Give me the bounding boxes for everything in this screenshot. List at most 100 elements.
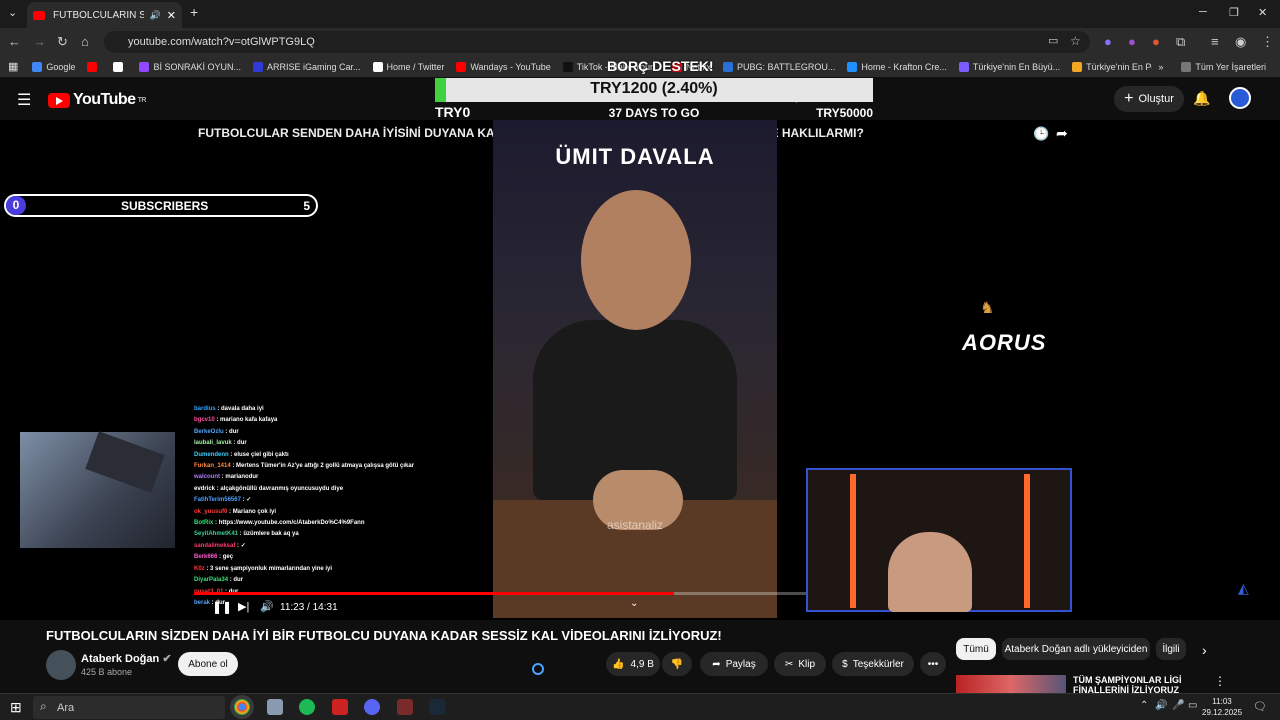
media-icon[interactable]: ≡ [1211, 34, 1219, 49]
tray-network-icon[interactable]: ▭ [1188, 700, 1197, 711]
chevron-down-icon[interactable]: ⌄ [630, 598, 638, 609]
bookmark-item[interactable]: Bİ SONRAKİ OYUN... [139, 61, 241, 72]
tray-mic-icon[interactable]: 🎤 [1172, 700, 1184, 711]
bookmark-favicon-icon [87, 61, 98, 72]
chip-all[interactable]: Tümü [956, 638, 996, 660]
forward-icon[interactable]: → [33, 34, 46, 49]
bookmark-item[interactable]: ARRISE iGaming Car... [252, 61, 361, 72]
profile-avatar[interactable]: ◉ [1235, 34, 1246, 50]
all-bookmarks[interactable]: Tüm Yer İşaretleri [1181, 61, 1266, 72]
dislike-button[interactable]: 👎 [662, 652, 692, 676]
next-video-thumbnail[interactable] [956, 675, 1066, 693]
home-icon[interactable]: ⌂ [81, 34, 89, 49]
close-window-icon[interactable]: ✕ [1258, 6, 1267, 19]
youtube-logo[interactable]: YouTube TR [48, 91, 146, 109]
apps-grid-icon[interactable]: ▦ [8, 60, 18, 73]
browser-tab-strip: ⌄ FUTBOLCULARIN SİZDEN D 🔊 ✕ + ─ ❐ ✕ [0, 0, 1280, 28]
more-bookmarks-icon[interactable]: » [1158, 62, 1163, 72]
video-player[interactable]: FUTBOLCULAR SENDEN DAHA İYİSİNİ DUYANA K… [0, 58, 1280, 620]
share-button[interactable]: ➦ Paylaş [700, 652, 768, 676]
subscribe-button[interactable]: Abone ol [178, 652, 238, 676]
chips-next-icon[interactable]: › [1202, 642, 1207, 658]
stream-chat-overlay: bardius : davala daha iyi bgcv10 : marian… [194, 404, 494, 609]
bookmark-item[interactable]: Home - Krafton Cre... [847, 61, 947, 72]
more-actions-button[interactable]: ••• [920, 652, 946, 676]
chat-message: bardius : davala daha iyi [194, 404, 494, 415]
chat-user: BotRix [194, 520, 214, 527]
verified-icon: ✔ [162, 653, 172, 665]
minimize-icon[interactable]: ─ [1199, 6, 1207, 18]
volume-icon[interactable]: 🔊 [260, 600, 274, 613]
explorer-taskbar-icon[interactable] [267, 699, 283, 715]
channel-name[interactable]: Ataberk Doğan ✔ [81, 652, 172, 665]
bookmark-favicon-icon [113, 61, 124, 72]
chat-text: Mariano çok iyi [232, 508, 277, 515]
logo-region: TR [137, 96, 147, 104]
bookmark-item[interactable]: Türkiye'nin En Popül... [1072, 61, 1152, 72]
obs-taskbar-icon[interactable] [332, 699, 348, 715]
game-taskbar-icon[interactable] [397, 699, 413, 715]
next-icon[interactable]: ▶| [238, 600, 249, 613]
address-bar[interactable]: youtube.com/watch?v=otGlWPTG9LQ [104, 31, 1090, 53]
bookmark-item[interactable] [87, 61, 101, 72]
browser-tab-active[interactable]: FUTBOLCULARIN SİZDEN D 🔊 ✕ [27, 2, 182, 28]
tab-search-icon[interactable]: ⌄ [8, 6, 17, 19]
chat-text: 3 sene şampiyonluk mimarlarından yine iy… [210, 565, 333, 572]
bookmark-item[interactable]: Home / Twitter [372, 61, 444, 72]
bookmark-label: Bİ SONRAKİ OYUN... [153, 61, 241, 72]
tab-audio-icon[interactable]: 🔊 [150, 10, 161, 21]
bookmark-item[interactable]: Wandays - YouTube [456, 61, 551, 72]
bookmark-star-icon[interactable]: ☆ [1070, 34, 1081, 48]
hamburger-menu-icon[interactable]: ☰ [17, 90, 31, 110]
bookmark-item[interactable]: Türkiye'nin En Büyü... [958, 61, 1060, 72]
chip-uploader[interactable]: Ataberk Doğan adlı yükleyiciden [1002, 638, 1150, 660]
bookmark-label: PUBG: BATTLEGROU... [736, 61, 836, 72]
new-tab-icon[interactable]: + [190, 4, 198, 20]
scissors-icon: ✂ [784, 658, 794, 670]
tray-chevron-icon[interactable]: ⌃ [1140, 700, 1148, 711]
chat-user: FatihTerim56567 [194, 497, 241, 504]
thanks-button[interactable]: $ Teşekkürler [832, 652, 914, 676]
extension-icon[interactable]: ● [1104, 34, 1112, 49]
bookmark-item[interactable] [113, 61, 127, 72]
goal-value: TRY1200 (2.40%) [590, 80, 718, 97]
watch-later-icon[interactable]: 🕒 [1033, 126, 1049, 142]
browser-menu-icon[interactable]: ⋮ [1261, 34, 1274, 50]
discord-taskbar-icon[interactable] [364, 699, 380, 715]
extension-icon-2[interactable]: ● [1128, 34, 1136, 49]
taskbar-search[interactable]: ⌕ Ara [33, 696, 225, 719]
tab-close-icon[interactable]: ✕ [167, 9, 176, 22]
next-video-title[interactable]: TÜM ŞAMPİYONLAR LİGİ FİNALLERİNİ İZLİYOR… [1073, 675, 1193, 693]
back-icon[interactable]: ← [8, 34, 21, 49]
bookmark-label: Türkiye'nin En Popül... [1086, 61, 1152, 72]
windows-start-icon[interactable]: ⊞ [10, 699, 22, 716]
chrome-taskbar-icon[interactable] [234, 699, 250, 715]
progress-bar[interactable] [194, 592, 806, 595]
restore-icon[interactable]: ❐ [1229, 6, 1239, 19]
clip-button[interactable]: ✂ Klip [774, 652, 826, 676]
spotify-taskbar-icon[interactable] [299, 699, 315, 715]
channel-avatar[interactable] [46, 650, 76, 680]
chat-message: laubali_lavuk : dur [194, 438, 494, 449]
extensions-puzzle-icon[interactable]: ⧉ [1176, 34, 1185, 50]
pause-icon[interactable]: ❚❚ [212, 600, 232, 614]
reload-icon[interactable]: ↻ [57, 34, 68, 50]
share-label: Paylaş [725, 658, 756, 670]
notifications-bell-icon[interactable]: 🔔 [1193, 90, 1210, 107]
bookmark-item[interactable]: Google [32, 61, 75, 72]
next-video-menu-icon[interactable]: ⋮ [1214, 674, 1226, 688]
bookmark-item[interactable]: PUBG: BATTLEGROU... [722, 61, 836, 72]
tray-volume-icon[interactable]: 🔊 [1155, 700, 1167, 711]
share-arrow-icon[interactable]: ➦ [1056, 125, 1068, 142]
like-button[interactable]: 👍 4,9 B [606, 652, 660, 676]
taskbar-clock[interactable]: 11:03 29.12.2025 [1202, 696, 1242, 718]
steam-taskbar-icon[interactable] [429, 699, 445, 715]
cast-icon[interactable]: ▭ [1048, 34, 1058, 47]
notification-center-icon[interactable]: 🗨 [1253, 700, 1267, 713]
extension-icon-3[interactable]: ● [1152, 34, 1160, 49]
light-right [1024, 474, 1030, 608]
chip-related[interactable]: İlgili [1156, 638, 1186, 660]
account-avatar[interactable] [1229, 87, 1251, 109]
create-button[interactable]: + Oluştur [1114, 86, 1184, 112]
like-count: 4,9 B [630, 658, 654, 670]
